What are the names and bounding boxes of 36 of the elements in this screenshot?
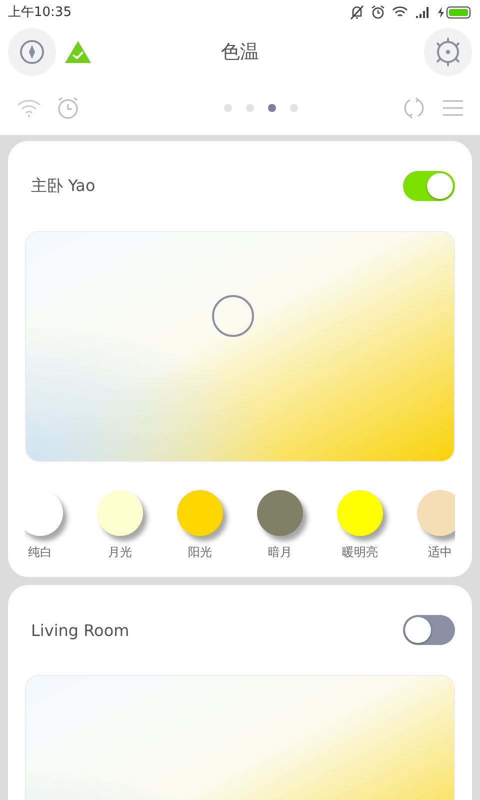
color-swatch[interactable]	[417, 490, 455, 536]
signal-icon	[415, 6, 429, 18]
page-dot[interactable]	[290, 104, 298, 112]
page-title: 色温	[220, 40, 260, 65]
wifi-icon[interactable]	[16, 98, 42, 118]
page-dot[interactable]	[246, 104, 254, 112]
color-swatch[interactable]	[257, 490, 303, 536]
color-swatch[interactable]	[337, 490, 383, 536]
alarm-icon	[371, 5, 385, 19]
compass-icon	[19, 39, 45, 65]
preset-label: 暗月	[268, 544, 292, 561]
color-swatch[interactable]	[177, 490, 223, 536]
clock-icon[interactable]	[56, 96, 80, 120]
warning-check-icon	[64, 40, 92, 64]
preset-label: 月光	[108, 544, 132, 561]
preset-label: 适中	[428, 544, 452, 561]
menu-icon[interactable]	[442, 98, 464, 116]
page-dot[interactable]	[224, 104, 232, 112]
bell-muted-icon	[350, 4, 364, 20]
power-switch[interactable]	[403, 615, 455, 645]
selection-ring[interactable]	[212, 295, 254, 337]
target-button[interactable]	[424, 28, 472, 76]
status-time: 上午10:35	[8, 4, 72, 21]
wifi-icon	[392, 6, 408, 18]
color-temperature-pad[interactable]	[25, 231, 455, 462]
room-name: 主卧 Yao	[31, 176, 96, 196]
page-dot[interactable]	[268, 104, 276, 112]
compass-button[interactable]	[8, 28, 56, 76]
preset-label: 暖明亮	[342, 544, 378, 561]
preset-label: 纯白	[28, 544, 52, 561]
preset-label: 阳光	[188, 544, 212, 561]
power-switch[interactable]	[403, 171, 455, 201]
color-swatch[interactable]	[97, 490, 143, 536]
room-name: Living Room	[31, 620, 130, 640]
refresh-icon[interactable]	[402, 96, 426, 120]
battery-icon	[436, 6, 472, 18]
